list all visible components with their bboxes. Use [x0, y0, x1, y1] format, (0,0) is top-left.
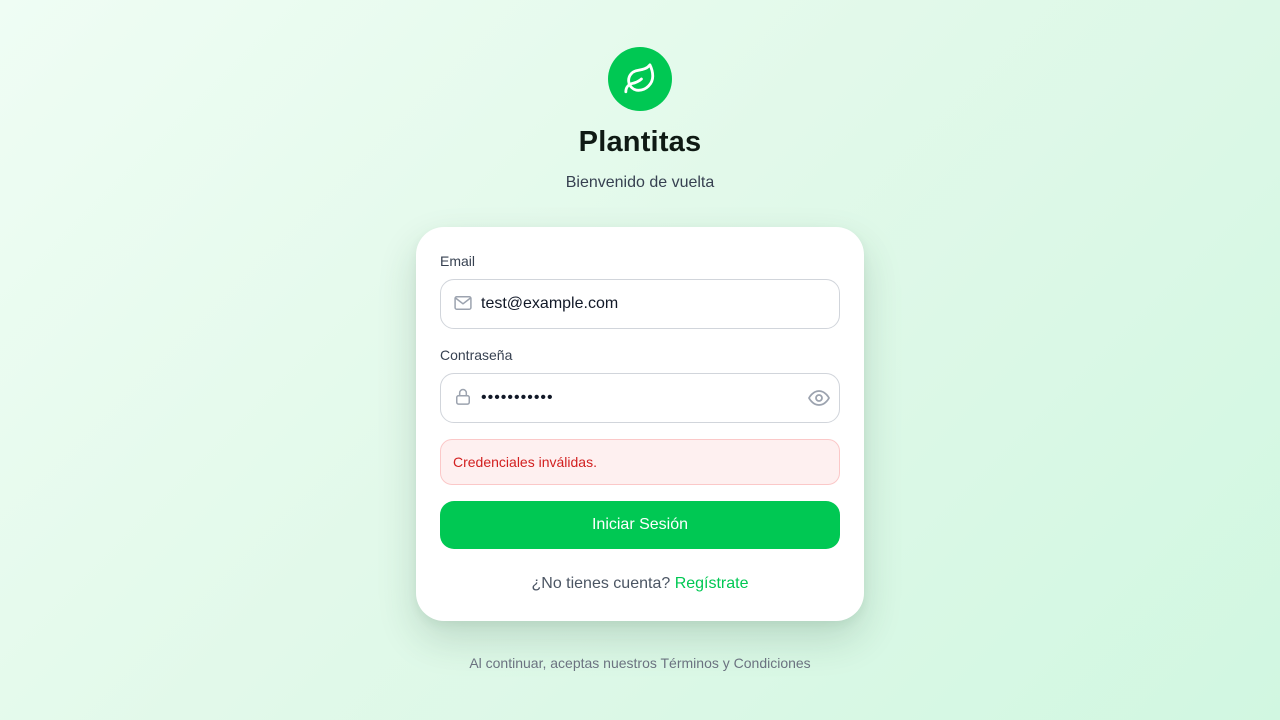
- login-button[interactable]: Iniciar Sesión: [440, 501, 840, 549]
- terms-notice: Al continuar, aceptas nuestros Términos …: [469, 655, 811, 671]
- app-title: Plantitas: [578, 126, 702, 158]
- email-field[interactable]: [440, 279, 840, 329]
- app-subtitle: Bienvenido de vuelta: [565, 174, 715, 191]
- brand-logo: [608, 47, 672, 111]
- register-link[interactable]: Regístrate: [675, 575, 749, 592]
- register-prompt-text: ¿No tienes cuenta?: [531, 575, 671, 592]
- register-prompt: ¿No tienes cuenta? Regístrate: [416, 575, 864, 593]
- email-label: Email: [440, 253, 476, 269]
- eye-icon[interactable]: [807, 386, 831, 410]
- lock-icon: [452, 386, 474, 408]
- email-input[interactable]: [481, 280, 795, 328]
- password-input[interactable]: [481, 374, 795, 422]
- error-message: Credenciales inválidas.: [440, 439, 840, 485]
- leaf-icon: [624, 63, 655, 94]
- password-field[interactable]: [440, 373, 840, 423]
- password-label: Contraseña: [440, 347, 513, 363]
- mail-icon: [452, 292, 474, 314]
- login-card: Email Contraseña Credenciales inválidas.…: [416, 227, 864, 621]
